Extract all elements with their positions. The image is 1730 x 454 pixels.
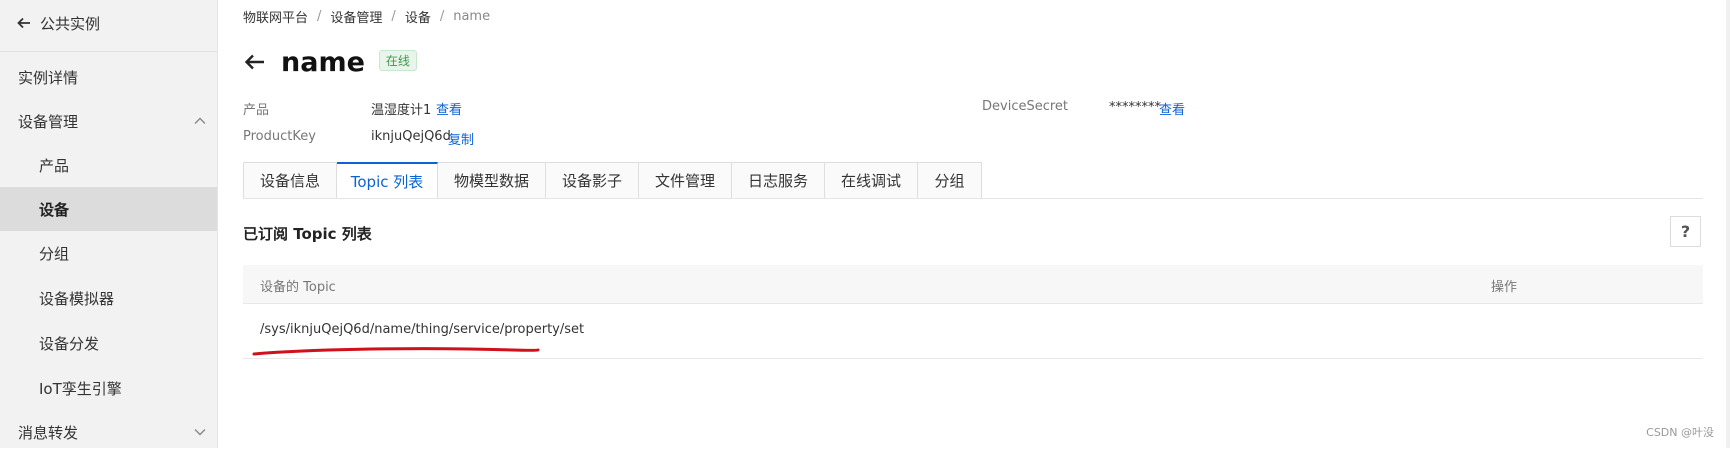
- sidebar-item-iot-twin-engine[interactable]: IoT孪生引擎: [0, 366, 217, 410]
- breadcrumb-device-management[interactable]: 设备管理: [330, 7, 382, 26]
- sidebar-item-instance-details[interactable]: 实例详情: [0, 55, 217, 99]
- sidebar-item-label: 设备管理: [18, 112, 79, 131]
- tab-topic-list[interactable]: Topic 列表: [337, 162, 438, 199]
- column-header-actions: 操作: [1491, 280, 1518, 295]
- breadcrumb-devices[interactable]: 设备: [405, 7, 431, 26]
- sidebar-item-label: 设备: [39, 200, 70, 219]
- tab-device-info[interactable]: 设备信息: [243, 162, 337, 199]
- copy-productkey-link[interactable]: 复制: [448, 129, 474, 148]
- tab-bar: 设备信息 Topic 列表 物模型数据 设备影子 文件管理 日志服务 在线调试 …: [243, 162, 982, 199]
- tab-log-service[interactable]: 日志服务: [732, 162, 825, 199]
- tab-file-management[interactable]: 文件管理: [639, 162, 732, 199]
- chevron-down-icon: [194, 429, 206, 436]
- sidebar-item-label: IoT孪生引擎: [39, 379, 122, 398]
- annotation-underline: [252, 347, 540, 356]
- back-to-instances-button[interactable]: 公共实例: [16, 10, 100, 36]
- devicesecret-value: ********: [1109, 100, 1161, 115]
- page-header: name 在线: [243, 42, 417, 82]
- sidebar-item-device-management[interactable]: 设备管理: [0, 99, 217, 143]
- tab-device-shadow[interactable]: 设备影子: [546, 162, 639, 199]
- page-title: name: [281, 46, 365, 78]
- breadcrumb: 物联网平台 / 设备管理 / 设备 / name: [243, 6, 490, 26]
- breadcrumb-separator: /: [391, 8, 396, 24]
- sidebar-item-label: 设备分发: [39, 334, 100, 353]
- sidebar-divider: [0, 51, 217, 52]
- topic-cell: /sys/iknjuQejQ6d/name/thing/service/prop…: [260, 322, 585, 337]
- view-product-link[interactable]: 查看: [436, 99, 462, 118]
- section-title: 已订阅 Topic 列表: [243, 225, 372, 243]
- sidebar-item-groups[interactable]: 分组: [0, 231, 217, 275]
- sidebar-item-message-forwarding[interactable]: 消息转发: [0, 410, 217, 454]
- product-label: 产品: [243, 103, 270, 118]
- sidebar-item-label: 分组: [39, 244, 70, 263]
- breadcrumb-separator: /: [317, 8, 322, 24]
- productkey-label: ProductKey: [243, 129, 316, 144]
- sidebar: 公共实例 实例详情 设备管理 产品 设备 分组 设备模拟器 设备分发 IoT孪生…: [0, 0, 218, 448]
- chevron-up-icon: [194, 117, 206, 124]
- sidebar-item-label: 实例详情: [18, 68, 79, 87]
- tab-online-debug[interactable]: 在线调试: [825, 162, 918, 199]
- back-label: 公共实例: [40, 14, 101, 33]
- sidebar-item-device-simulator[interactable]: 设备模拟器: [0, 276, 217, 320]
- sidebar-item-device-distribution[interactable]: 设备分发: [0, 321, 217, 365]
- devicesecret-label: DeviceSecret: [982, 99, 1069, 114]
- table-header: 设备的 Topic 操作: [243, 265, 1703, 304]
- sidebar-item-label: 产品: [39, 156, 70, 175]
- sidebar-item-products[interactable]: 产品: [0, 143, 217, 187]
- back-arrow-icon[interactable]: [243, 50, 267, 74]
- product-value: 温湿度计1: [371, 103, 432, 118]
- productkey-value: iknjuQejQ6d: [371, 129, 451, 144]
- column-header-topic: 设备的 Topic: [260, 280, 336, 295]
- tab-divider: [243, 198, 1703, 199]
- view-devicesecret-link[interactable]: 查看: [1159, 99, 1185, 118]
- status-badge: 在线: [378, 49, 417, 71]
- help-button[interactable]: ?: [1670, 216, 1701, 247]
- breadcrumb-current: name: [453, 8, 491, 24]
- breadcrumb-separator: /: [439, 8, 445, 24]
- sidebar-item-devices[interactable]: 设备: [0, 187, 217, 231]
- arrow-left-icon: [17, 17, 30, 29]
- breadcrumb-iot-platform[interactable]: 物联网平台: [243, 7, 308, 26]
- watermark: CSDN @叶没: [1646, 426, 1714, 439]
- tab-groups[interactable]: 分组: [918, 162, 982, 199]
- tab-thing-model-data[interactable]: 物模型数据: [438, 162, 546, 199]
- scrollbar-track[interactable]: [1726, 0, 1730, 448]
- sidebar-item-label: 消息转发: [18, 423, 79, 442]
- sidebar-item-label: 设备模拟器: [39, 289, 115, 308]
